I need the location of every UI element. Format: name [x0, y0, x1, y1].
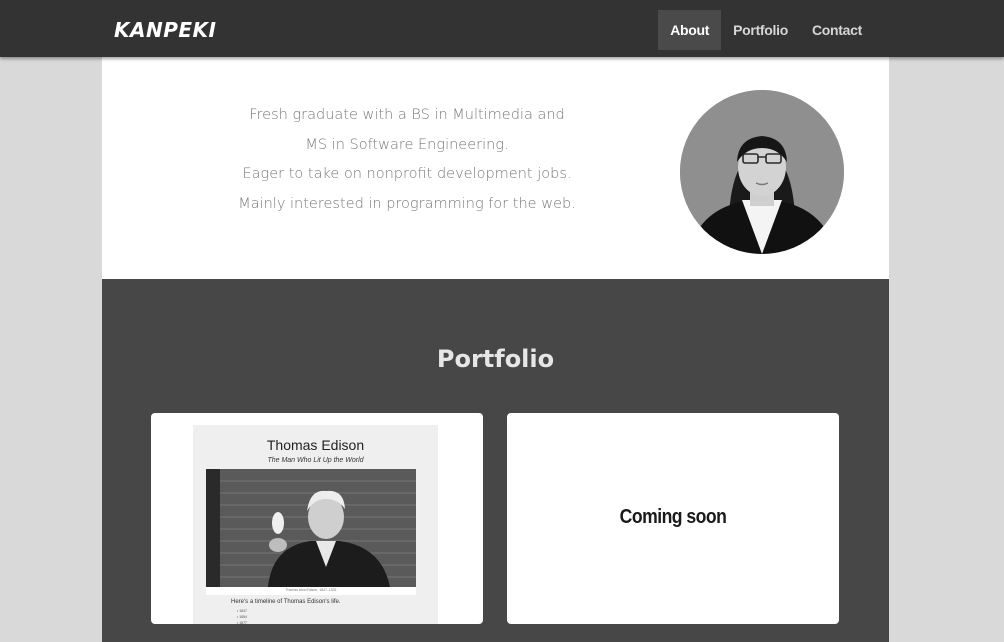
coming-soon-label: Coming soon — [619, 506, 727, 528]
thumbnail-subtitle: The Man Who Lit Up the World — [267, 457, 364, 464]
nav-item-about[interactable]: About — [658, 10, 722, 50]
bio-line: Eager to take on nonprofit development j… — [242, 166, 572, 182]
thumbnail-title: Thomas Edison — [266, 437, 365, 453]
nav-links: About Portfolio Contact — [658, 10, 874, 50]
bio-line: MS in Software Engineering. — [305, 136, 509, 153]
portfolio-section: Portfolio Thomas Edison The Man Who Lit … — [102, 279, 889, 642]
nav-item-portfolio[interactable]: Portfolio — [721, 10, 800, 50]
main-content: Fresh graduate with a BS in Multimedia a… — [102, 57, 889, 642]
portfolio-heading: Portfolio — [436, 345, 555, 373]
about-section: Fresh graduate with a BS in Multimedia a… — [102, 57, 889, 279]
edison-photo-icon — [206, 469, 416, 595]
thumbnail-timeline: 1847 1854 1877 1879 — [237, 608, 407, 624]
edison-photo — [206, 469, 416, 595]
thumbnail-caption: Thomas Alva Edison, 1847–1931 — [285, 588, 337, 592]
portfolio-card-coming-soon[interactable]: Coming soon — [507, 413, 839, 624]
thumbnail-intro: Here's a timeline of Thomas Edison's lif… — [231, 599, 341, 605]
top-navbar: KANPEKI About Portfolio Contact — [0, 0, 1004, 57]
bio-line: Fresh graduate with a BS in Multimedia a… — [249, 107, 565, 123]
profile-photo-icon — [680, 90, 844, 254]
edison-thumbnail: Thomas Edison The Man Who Lit Up the Wor… — [193, 425, 438, 624]
nav-item-contact[interactable]: Contact — [800, 10, 874, 50]
brand-logo[interactable]: KANPEKI — [114, 16, 216, 44]
portfolio-card-edison[interactable]: Thomas Edison The Man Who Lit Up the Wor… — [151, 413, 483, 624]
bio-text: Fresh graduate with a BS in Multimedia a… — [212, 101, 602, 219]
timeline-item: 1877 — [237, 620, 407, 624]
profile-avatar — [680, 90, 844, 254]
bio-line: Mainly interested in programming for the… — [238, 195, 576, 212]
